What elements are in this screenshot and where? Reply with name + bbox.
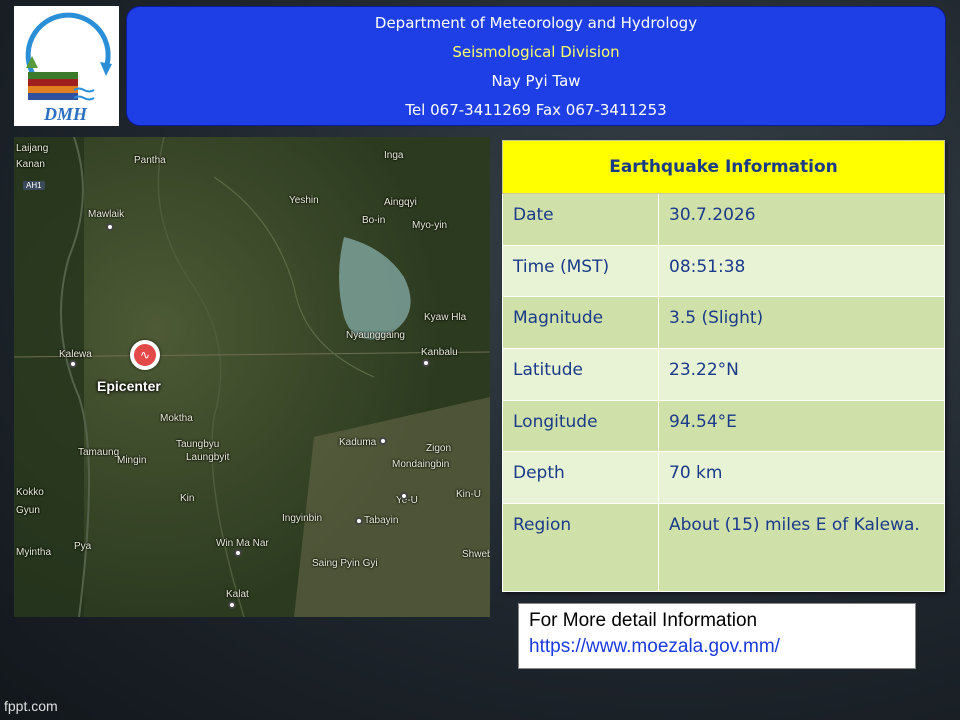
epicenter-marker[interactable]: ∿	[130, 340, 160, 370]
map-place: Mawlaik	[88, 209, 125, 220]
map-place-marker	[379, 437, 387, 445]
row-value: 94.54°E	[658, 399, 945, 453]
map-place: Kaduma	[339, 437, 377, 448]
dmh-logo-icon: DMH	[25, 12, 112, 124]
table-row: Region About (15) miles E of Kalewa.	[502, 503, 945, 592]
map-place: Saing Pyin Gyi	[312, 558, 378, 569]
row-label: Latitude	[502, 347, 659, 401]
map-place: Zigon	[426, 443, 452, 454]
map-place: Kyaw Hla	[424, 312, 467, 323]
map-place: Gyun	[16, 505, 40, 516]
row-value: 08:51:38	[658, 244, 945, 298]
map-place: Mondaingbin	[392, 459, 450, 470]
row-value: 30.7.2026	[658, 193, 945, 246]
table-row: Date 30.7.2026	[502, 193, 945, 246]
map-place: Nyaunggaing	[346, 330, 405, 341]
header-division: Seismological Division	[452, 43, 620, 61]
row-label: Magnitude	[502, 296, 659, 349]
row-label: Depth	[502, 451, 659, 504]
map-place: Kanbalu	[421, 347, 458, 358]
road-badge-ah1: AH1	[23, 181, 45, 190]
map-place: Kin-U	[456, 489, 482, 500]
map-place: Myintha	[16, 547, 52, 558]
map-place: Mingin	[117, 455, 147, 466]
row-label: Date	[502, 193, 659, 246]
header-city: Nay Pyi Taw	[491, 72, 581, 90]
more-info-text: For More detail Information	[529, 610, 758, 631]
row-value: About (15) miles E of Kalewa.	[658, 503, 945, 592]
table-title: Earthquake Information	[502, 140, 945, 194]
svg-text:DMH: DMH	[43, 104, 88, 124]
seismograph-icon: ∿	[134, 344, 156, 366]
header-banner: Department of Meteorology and Hydrology …	[126, 6, 946, 126]
map-place-marker	[69, 360, 77, 368]
earthquake-info-table: Earthquake Information Date 30.7.2026 Ti…	[502, 140, 945, 592]
map-place-marker	[422, 359, 430, 367]
map-place-marker	[355, 517, 363, 525]
map-place-marker	[400, 492, 408, 500]
map-place-marker	[106, 223, 114, 231]
map-place: Aingqyi	[384, 197, 417, 208]
map-place: Kokko	[16, 487, 44, 498]
map-place: Taungbyu	[176, 439, 220, 450]
map-place: Kalewa	[59, 349, 92, 360]
map-place: Win Ma Nar	[216, 538, 269, 549]
map-place: Bo-in	[362, 215, 386, 226]
row-value: 3.5 (Slight)	[658, 296, 945, 349]
epicenter-map: AH1 Laijang Kanan Pantha Inga Yeshin Maw…	[14, 137, 490, 617]
row-value: 23.22°N	[658, 347, 945, 401]
map-place: Myo-yin	[412, 220, 448, 231]
more-info-link[interactable]: https://www.moezala.gov.mm/	[529, 634, 905, 660]
header-department: Department of Meteorology and Hydrology	[374, 14, 698, 32]
more-info-box: For More detail Information https://www.…	[518, 603, 916, 669]
table-row: Depth 70 km	[502, 451, 945, 504]
map-place: Laijang	[16, 143, 49, 154]
table-row: Longitude 94.54°E	[502, 399, 945, 453]
header-contact: Tel 067-3411269 Fax 067-3411253	[405, 101, 667, 119]
row-label: Longitude	[502, 399, 659, 453]
dmh-logo: DMH	[14, 6, 119, 126]
map-place: Pya	[74, 541, 92, 552]
table-row: Time (MST) 08:51:38	[502, 244, 945, 298]
map-place: Yeshin	[289, 195, 319, 206]
map-place: Laungbyit	[186, 452, 230, 463]
map-place: Inga	[384, 150, 404, 161]
map-place: Pantha	[134, 155, 166, 166]
map-place: Kin	[180, 493, 195, 504]
table-row: Magnitude 3.5 (Slight)	[502, 296, 945, 349]
map-place-marker	[228, 601, 236, 609]
epicenter-label: Epicenter	[97, 378, 161, 394]
map-place: Tabayin	[364, 515, 399, 526]
footer-credit: fppt.com	[4, 698, 58, 714]
map-place-marker	[234, 549, 242, 557]
row-label: Region	[502, 503, 659, 592]
map-place: Shwebo	[462, 549, 490, 560]
table-row: Latitude 23.22°N	[502, 347, 945, 401]
map-place: Kanan	[16, 159, 45, 170]
map-place: Ingyinbin	[282, 513, 323, 524]
map-place: Tamaung	[78, 447, 120, 458]
row-value: 70 km	[658, 451, 945, 504]
map-place: Moktha	[160, 413, 193, 424]
row-label: Time (MST)	[502, 244, 659, 298]
map-place: Kalat	[226, 589, 249, 600]
